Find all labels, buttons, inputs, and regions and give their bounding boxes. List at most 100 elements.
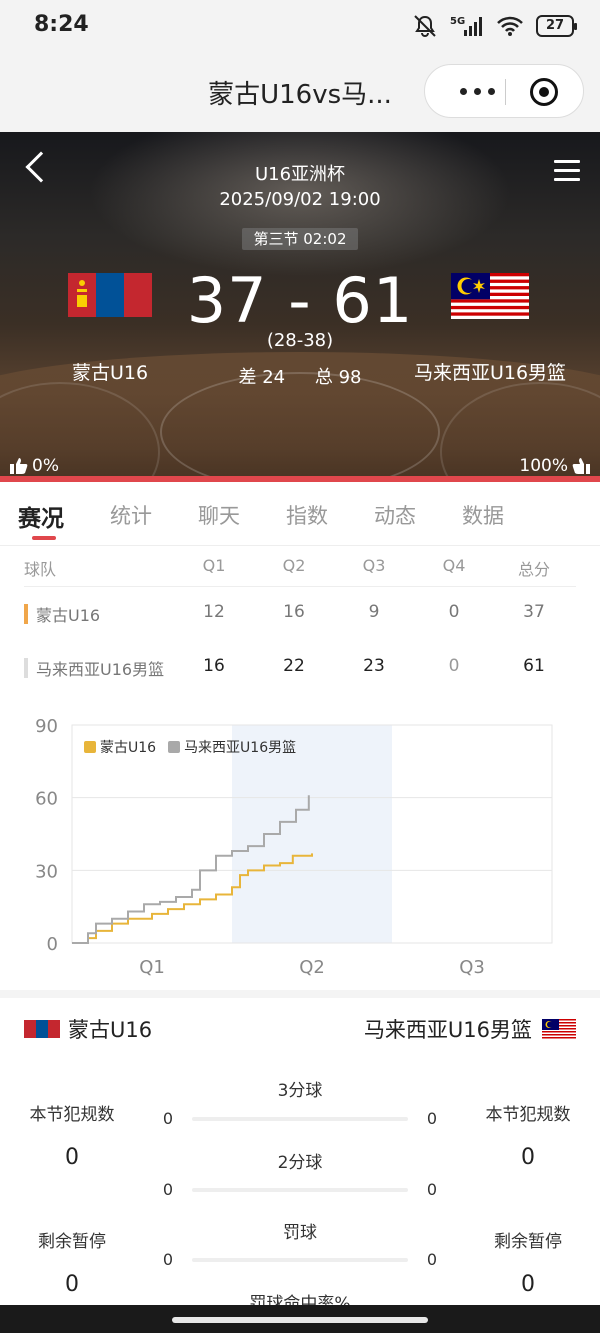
col-q3: Q3 bbox=[362, 556, 386, 575]
current-period-band bbox=[232, 725, 392, 943]
row-total: 61 bbox=[523, 656, 545, 676]
stat-bar-2pt bbox=[192, 1188, 408, 1192]
home-timeouts-value: 0 bbox=[65, 1272, 79, 1297]
gesture-bar bbox=[0, 1305, 600, 1333]
stat-home-2pt: 0 bbox=[162, 1180, 174, 1199]
support-ratio-bar bbox=[0, 476, 600, 482]
stat-bar-ft bbox=[192, 1258, 408, 1262]
page-title: 蒙古U16vs马... bbox=[208, 80, 392, 110]
away-timeouts-value: 0 bbox=[521, 1272, 535, 1297]
y-tick-label: 90 bbox=[35, 716, 58, 737]
row-q3: 23 bbox=[363, 656, 385, 676]
row-q1: 16 bbox=[203, 656, 225, 676]
close-miniprogram-icon[interactable] bbox=[530, 78, 558, 106]
col-q2: Q2 bbox=[282, 556, 306, 575]
x-tick-label: Q2 bbox=[299, 957, 325, 978]
away-support-percent: 100% bbox=[519, 456, 568, 476]
league-name: U16亚洲杯 bbox=[254, 164, 346, 185]
mini-program-navbar: 蒙古U16vs马... bbox=[0, 52, 600, 132]
malaysia-flag-icon bbox=[542, 1019, 576, 1039]
stat-label-3pt: 3分球 bbox=[277, 1081, 323, 1101]
away-team-name: 马来西亚U16男篮 bbox=[413, 362, 567, 384]
stat-label-ft: 罚球 bbox=[283, 1223, 317, 1243]
row-q1: 12 bbox=[203, 602, 225, 622]
divider bbox=[24, 586, 576, 587]
stat-away-ft: 0 bbox=[426, 1250, 438, 1269]
row-total: 37 bbox=[523, 602, 545, 622]
home-support[interactable]: 0% bbox=[10, 456, 59, 476]
stat-home-3pt: 0 bbox=[162, 1109, 174, 1128]
row-q4: 0 bbox=[448, 656, 460, 676]
home-timeouts-label: 剩余暂停 bbox=[38, 1232, 106, 1252]
network-label: 5G bbox=[450, 16, 465, 27]
away-fouls-label: 本节犯规数 bbox=[485, 1105, 571, 1125]
x-tick-label: Q1 bbox=[139, 957, 165, 978]
more-options-icon[interactable] bbox=[447, 65, 507, 117]
thumbs-up-icon bbox=[572, 458, 590, 474]
mongolia-flag-icon bbox=[68, 273, 152, 317]
team-compare-header: 蒙古U16 马来西亚U16男篮 bbox=[0, 998, 600, 1058]
home-indicator[interactable] bbox=[172, 1317, 428, 1323]
stat-away-3pt: 0 bbox=[426, 1109, 438, 1128]
row-q3: 9 bbox=[368, 602, 380, 622]
tab-odds[interactable]: 指数 bbox=[286, 500, 328, 530]
legend-swatch bbox=[84, 741, 96, 753]
home-team-name: 蒙古U16 bbox=[71, 362, 149, 384]
capsule-divider bbox=[505, 79, 506, 105]
period-badge: 第三节 02:02 bbox=[242, 228, 358, 250]
stat-label-2pt: 2分球 bbox=[277, 1153, 323, 1173]
status-icons: 5G 27 bbox=[412, 12, 577, 40]
scoreboard-hero: U16亚洲杯 2025/09/02 19:00 第三节 02:02 37 - 6… bbox=[0, 132, 600, 482]
mute-bell-icon bbox=[412, 14, 438, 38]
tab-chat[interactable]: 聊天 bbox=[198, 500, 240, 530]
table-row: 马来西亚U16男篮 16 22 23 0 61 bbox=[0, 656, 600, 696]
away-timeouts-label: 剩余暂停 bbox=[494, 1232, 562, 1252]
stat-bar-3pt bbox=[192, 1117, 408, 1121]
halftime-score: (28-38) bbox=[266, 330, 334, 351]
battery-icon: 27 bbox=[536, 15, 577, 37]
col-team: 球队 bbox=[24, 560, 57, 579]
wifi-icon bbox=[496, 15, 524, 37]
legend-item: 马来西亚U16男篮 bbox=[168, 737, 296, 757]
section-tabs: 赛况 统计 聊天 指数 动态 数据 bbox=[0, 484, 600, 546]
status-bar: 8:24 5G 27 bbox=[0, 0, 600, 52]
table-row: 蒙古U16 12 16 9 0 37 bbox=[0, 602, 600, 642]
y-tick-label: 60 bbox=[35, 789, 58, 810]
col-q4: Q4 bbox=[442, 556, 466, 575]
score-difference: 差 24 bbox=[238, 367, 286, 388]
row-q2: 22 bbox=[283, 656, 305, 676]
legend-item: 蒙古U16 bbox=[84, 737, 156, 757]
capsule-menu bbox=[424, 64, 584, 118]
mongolia-flag-icon bbox=[24, 1020, 60, 1038]
section-divider bbox=[0, 990, 600, 998]
tab-data[interactable]: 数据 bbox=[462, 500, 504, 530]
tab-feed[interactable]: 动态 bbox=[374, 500, 416, 530]
away-support[interactable]: 100% bbox=[519, 456, 590, 476]
col-total: 总分 bbox=[517, 560, 550, 579]
home-fouls-label: 本节犯规数 bbox=[29, 1105, 115, 1125]
tab-stats[interactable]: 统计 bbox=[110, 500, 152, 530]
home-fouls-value: 0 bbox=[65, 1145, 79, 1170]
active-tab-indicator bbox=[32, 536, 56, 540]
stat-home-ft: 0 bbox=[162, 1250, 174, 1269]
legend-label: 马来西亚U16男篮 bbox=[184, 740, 297, 756]
chart-legend: 蒙古U16 马来西亚U16男篮 bbox=[84, 737, 296, 757]
signal-5g-icon: 5G bbox=[450, 14, 484, 38]
tab-live[interactable]: 赛况 bbox=[18, 499, 64, 533]
legend-label: 蒙古U16 bbox=[100, 740, 157, 756]
legend-swatch bbox=[168, 741, 181, 753]
row-q2: 16 bbox=[283, 602, 305, 622]
match-datetime: 2025/09/02 19:00 bbox=[219, 189, 381, 210]
row-team: 蒙古U16 bbox=[24, 602, 100, 626]
table-header: 球队 Q1 Q2 Q3 Q4 总分 bbox=[0, 546, 600, 586]
row-q4: 0 bbox=[448, 602, 460, 622]
row-team: 马来西亚U16男篮 bbox=[24, 656, 164, 680]
malaysia-flag-icon bbox=[451, 273, 529, 319]
home-team-name: 蒙古U16 bbox=[68, 1018, 153, 1042]
home-support-percent: 0% bbox=[32, 456, 59, 476]
away-team-name: 马来西亚U16男篮 bbox=[363, 1018, 532, 1042]
thumbs-up-icon bbox=[10, 458, 28, 474]
away-fouls-value: 0 bbox=[521, 1145, 535, 1170]
score-trend-chart: 90 60 30 0 Q1 Q2 Q3 蒙古U16 马来西亚U16男篮 bbox=[0, 705, 600, 985]
col-q1: Q1 bbox=[202, 556, 226, 575]
